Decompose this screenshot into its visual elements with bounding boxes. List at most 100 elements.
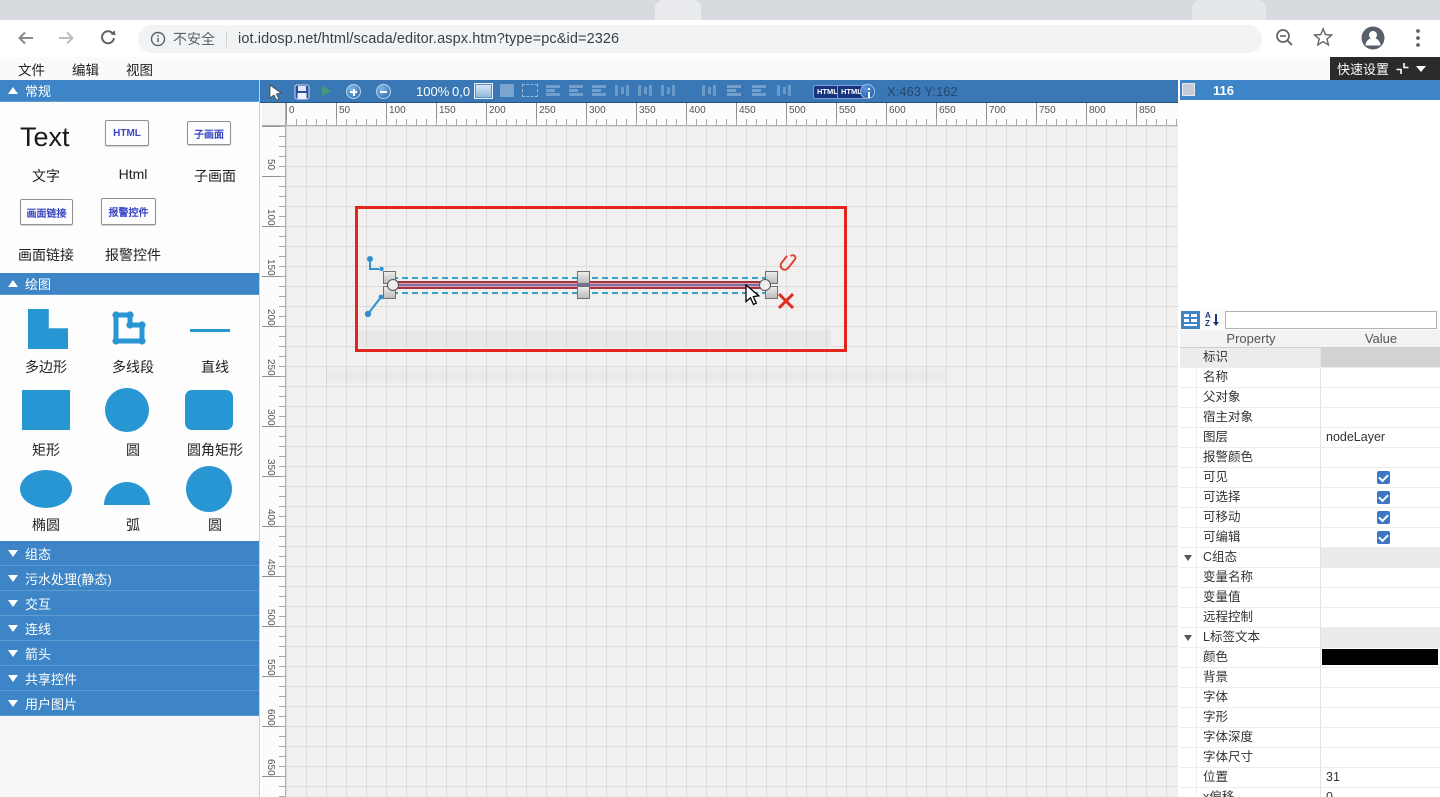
property-row[interactable]: 可选择 — [1180, 488, 1440, 508]
property-value[interactable] — [1321, 748, 1440, 767]
distribute-h-icon[interactable] — [751, 84, 767, 97]
design-canvas[interactable] — [286, 126, 1178, 797]
property-row[interactable]: 远程控制 — [1180, 608, 1440, 628]
menu-edit[interactable]: 编辑 — [72, 59, 99, 79]
select-cursor-icon[interactable] — [268, 84, 283, 101]
tree-selected-node[interactable]: 116 — [1180, 80, 1440, 100]
paste-icon[interactable] — [500, 84, 514, 97]
object-tree[interactable] — [1180, 100, 1440, 310]
menu-view[interactable]: 视图 — [126, 59, 153, 79]
profile-avatar-icon[interactable] — [1360, 25, 1386, 51]
delete-x-icon[interactable] — [776, 291, 796, 311]
circle-shape-icon[interactable] — [105, 388, 149, 432]
run-icon[interactable] — [322, 86, 331, 96]
property-row[interactable]: C组态 — [1180, 548, 1440, 568]
polyline-shape-icon[interactable] — [106, 305, 152, 351]
connect-anchor-icon[interactable] — [366, 255, 386, 275]
rounded-rect-shape-icon[interactable] — [185, 390, 233, 430]
screen-link-tool[interactable]: 画面链接 — [20, 199, 73, 225]
checkbox-checked-icon[interactable] — [1377, 491, 1390, 504]
rectangle-shape-icon[interactable] — [22, 390, 70, 430]
property-value[interactable] — [1321, 468, 1440, 487]
property-row[interactable]: 位置31 — [1180, 768, 1440, 788]
property-row[interactable]: 标识 — [1180, 348, 1440, 368]
refresh-icon[interactable] — [98, 28, 118, 48]
property-row[interactable]: 字体尺寸 — [1180, 748, 1440, 768]
property-row[interactable]: 可编辑 — [1180, 528, 1440, 548]
property-row[interactable]: 背景 — [1180, 668, 1440, 688]
property-value[interactable] — [1321, 548, 1440, 567]
same-height-icon[interactable] — [726, 84, 742, 97]
property-row[interactable]: 可移动 — [1180, 508, 1440, 528]
sidebar-section-collapsed[interactable]: 共享控件 — [0, 666, 259, 691]
property-filter-input[interactable] — [1225, 311, 1437, 329]
property-row[interactable]: 字体 — [1180, 688, 1440, 708]
line-shape-icon[interactable] — [190, 329, 230, 332]
property-row[interactable]: 字体深度 — [1180, 728, 1440, 748]
ellipse-shape-icon[interactable] — [20, 470, 72, 508]
zoom-in-icon[interactable] — [346, 84, 361, 99]
sidebar-section-drawing[interactable]: 绘图 — [0, 273, 259, 295]
browser-menu-icon[interactable] — [1408, 27, 1428, 49]
bookmark-star-icon[interactable] — [1313, 27, 1335, 49]
property-value[interactable] — [1321, 368, 1440, 387]
attach-paperclip-icon[interactable] — [778, 253, 800, 277]
sidebar-section-collapsed[interactable]: 连线 — [0, 616, 259, 641]
property-value[interactable]: nodeLayer — [1321, 428, 1440, 447]
align-left-icon[interactable] — [545, 84, 561, 97]
property-row[interactable]: 宿主对象 — [1180, 408, 1440, 428]
browser-tab[interactable] — [655, 0, 701, 20]
property-row[interactable]: 字形 — [1180, 708, 1440, 728]
sidebar-section-general[interactable]: 常规 — [0, 80, 259, 102]
property-row[interactable]: 变量名称 — [1180, 568, 1440, 588]
html-tool[interactable]: HTML — [105, 120, 149, 146]
info-icon[interactable] — [150, 31, 166, 47]
back-icon[interactable] — [16, 28, 36, 48]
quick-settings-button[interactable]: 快速设置 — [1330, 57, 1440, 80]
distribute-v-icon[interactable] — [776, 84, 792, 97]
sidebar-section-collapsed[interactable]: 组态 — [0, 541, 259, 566]
same-width-icon[interactable] — [701, 84, 717, 97]
zoom-out-page-icon[interactable] — [1274, 27, 1296, 49]
align-middle-icon[interactable] — [637, 84, 653, 97]
categorize-icon[interactable] — [1181, 311, 1200, 329]
arc-shape-icon[interactable] — [104, 482, 150, 505]
property-value[interactable] — [1321, 708, 1440, 727]
alarm-control-tool[interactable]: 报警控件 — [101, 198, 156, 225]
line-endpoint-handle[interactable] — [387, 279, 399, 291]
sort-alpha-icon[interactable]: A Z — [1204, 311, 1222, 329]
property-value[interactable]: 31 — [1321, 768, 1440, 787]
checkbox-checked-icon[interactable] — [1377, 531, 1390, 544]
property-row[interactable]: 可见 — [1180, 468, 1440, 488]
align-right-icon[interactable] — [591, 84, 607, 97]
chevron-down-icon[interactable] — [1184, 555, 1192, 561]
property-row[interactable]: L标签文本 — [1180, 628, 1440, 648]
checkbox-checked-icon[interactable] — [1377, 471, 1390, 484]
sidebar-section-collapsed[interactable]: 污水处理(静态) — [0, 566, 259, 591]
property-value[interactable] — [1321, 568, 1440, 587]
info-icon[interactable] — [860, 84, 875, 99]
align-center-icon[interactable] — [568, 84, 584, 97]
save-icon[interactable] — [294, 84, 310, 100]
forward-icon[interactable] — [56, 28, 76, 48]
property-value[interactable] — [1321, 668, 1440, 687]
property-row[interactable]: x偏移0 — [1180, 788, 1440, 797]
property-row[interactable]: 图层nodeLayer — [1180, 428, 1440, 448]
sidebar-section-collapsed[interactable]: 箭头 — [0, 641, 259, 666]
property-value[interactable] — [1321, 608, 1440, 627]
circle2-shape-icon[interactable] — [186, 466, 232, 512]
resize-handle[interactable] — [577, 271, 590, 284]
chevron-down-icon[interactable] — [1184, 635, 1192, 641]
color-swatch[interactable] — [1322, 649, 1438, 665]
subscreen-tool[interactable]: 子画面 — [187, 121, 231, 145]
property-row[interactable]: 颜色 — [1180, 648, 1440, 668]
polygon-shape-icon[interactable] — [28, 309, 68, 349]
property-value[interactable] — [1321, 528, 1440, 547]
property-row[interactable]: 父对象 — [1180, 388, 1440, 408]
rotate-handle-icon[interactable] — [363, 293, 387, 319]
property-value[interactable] — [1321, 648, 1440, 667]
url-field[interactable]: 不安全 iot.idosp.net/html/scada/editor.aspx… — [138, 25, 1262, 53]
property-value[interactable] — [1321, 588, 1440, 607]
property-value[interactable]: 0 — [1321, 788, 1440, 797]
align-bottom-icon[interactable] — [660, 84, 676, 97]
